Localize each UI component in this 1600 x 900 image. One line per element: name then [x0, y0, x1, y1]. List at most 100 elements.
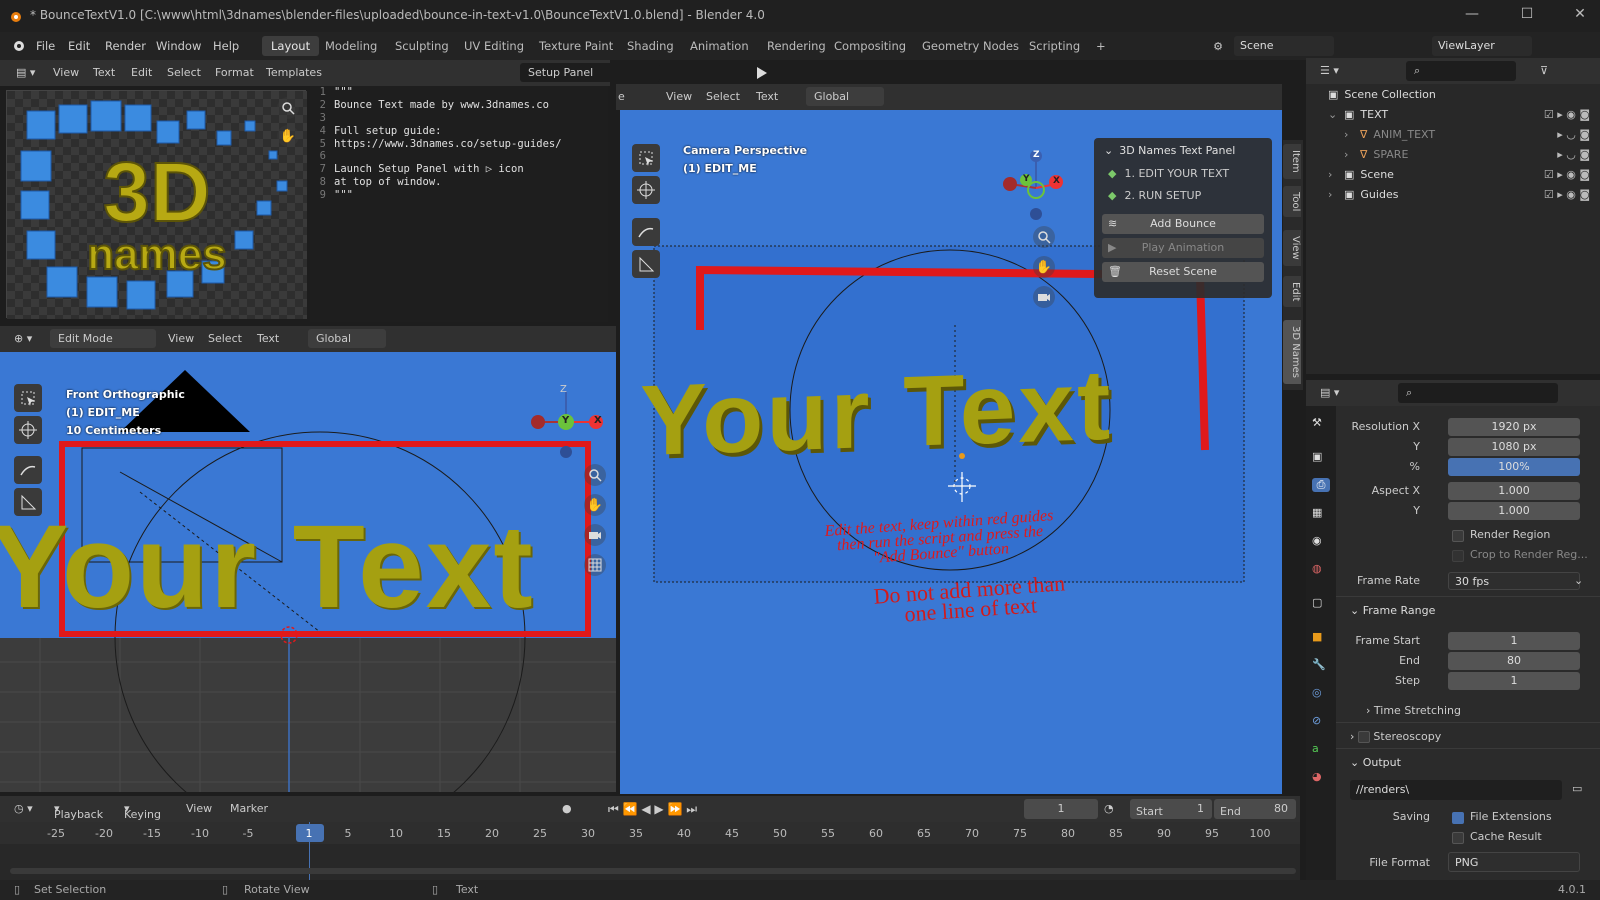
properties-search[interactable]: ⌕: [1398, 383, 1558, 403]
text-menu-edit[interactable]: Edit: [131, 66, 152, 79]
outliner-type-menu[interactable]: ☰ ▾: [1320, 64, 1339, 77]
expand-chevron-icon[interactable]: ›: [1344, 148, 1356, 161]
editor-type-menu-3d[interactable]: ⊕ ▾: [14, 332, 32, 345]
tab-animation[interactable]: Animation: [681, 36, 758, 56]
chevron-down-icon[interactable]: ⌄: [1104, 144, 1113, 157]
menu-file[interactable]: File: [36, 39, 55, 53]
sidebar-tab-edit[interactable]: Edit: [1283, 276, 1301, 308]
tab-rendering[interactable]: Rendering: [758, 36, 835, 56]
frame-start-field[interactable]: 1: [1448, 632, 1580, 650]
camera-menu-select[interactable]: Select: [706, 90, 740, 103]
timeline-menu-marker[interactable]: Marker: [230, 802, 268, 815]
timeline-type-menu[interactable]: ◷ ▾: [14, 802, 33, 815]
minimize-button[interactable]: —: [1462, 6, 1482, 22]
blender-menu-icon[interactable]: [10, 39, 26, 53]
timeline-menu-keying[interactable]: Keying ▾: [124, 802, 161, 821]
tab-geometry-nodes[interactable]: Geometry Nodes: [913, 36, 1028, 56]
timeline-menu-playback[interactable]: Playback ▾: [54, 802, 103, 821]
tab-modeling[interactable]: Modeling: [316, 36, 386, 56]
front-menu-text[interactable]: Text: [257, 332, 279, 345]
constraint-icon[interactable]: ⊘: [1312, 714, 1321, 727]
material-icon[interactable]: ◕: [1312, 770, 1322, 783]
scene-selector-icon[interactable]: ⚙: [1206, 38, 1230, 54]
playback-controls[interactable]: ⏮ ⏪ ◀ ▶ ⏩ ⏭: [608, 802, 697, 817]
run-script-icon[interactable]: [753, 65, 769, 81]
front-zoom-icon[interactable]: [584, 464, 606, 486]
frame-step-field[interactable]: 1: [1448, 672, 1580, 690]
code-line[interactable]: 1 """: [312, 86, 562, 99]
timeline-menu-view[interactable]: View: [186, 802, 212, 815]
resolution-y-field[interactable]: 1080 px: [1448, 438, 1580, 456]
play-animation-button[interactable]: ▶ Play Animation: [1102, 238, 1264, 258]
reset-scene-button[interactable]: 🗑 Reset Scene: [1102, 262, 1264, 282]
sidebar-tab-3dnames[interactable]: 3D Names: [1283, 320, 1301, 384]
outliner-item[interactable]: › ∇ SPARE ▸ ◡ ◙: [1306, 144, 1600, 164]
code-line[interactable]: 6: [312, 150, 562, 163]
view-layer-field[interactable]: ViewLayer: [1432, 36, 1532, 56]
output-header[interactable]: ⌄ Output: [1350, 756, 1401, 769]
sidebar-tab-tool[interactable]: Tool: [1283, 186, 1301, 218]
file-format-select[interactable]: PNG: [1448, 852, 1580, 872]
camera-measure-tool-button[interactable]: [632, 250, 660, 278]
outliner-item[interactable]: › ▣ Guides ☑ ▸ ◉ ◙: [1306, 184, 1600, 204]
expand-chevron-icon[interactable]: ⌄: [1328, 108, 1340, 121]
expand-chevron-icon[interactable]: ›: [1328, 188, 1340, 201]
tab-layout[interactable]: Layout: [262, 36, 320, 56]
resolution-x-field[interactable]: 1920 px: [1448, 418, 1580, 436]
resolution-percent-field[interactable]: 100%: [1448, 458, 1580, 476]
zoom-icon[interactable]: [277, 97, 299, 119]
menu-help[interactable]: Help: [213, 39, 239, 53]
outliner-search[interactable]: ⌕: [1406, 61, 1516, 81]
cursor-tool-button[interactable]: [14, 416, 42, 444]
maximize-button[interactable]: ☐: [1517, 6, 1537, 22]
output-icon[interactable]: ⎙: [1312, 478, 1330, 492]
file-extensions-checkbox[interactable]: [1452, 812, 1464, 824]
panel-header[interactable]: ⌄ 3D Names Text Panel: [1094, 138, 1272, 162]
add-bounce-button[interactable]: ≋ Add Bounce: [1102, 214, 1264, 234]
tab-compositing[interactable]: Compositing: [825, 36, 915, 56]
render-icon[interactable]: ▣: [1312, 450, 1322, 463]
expand-chevron-icon[interactable]: ›: [1344, 128, 1356, 141]
collection-tab-icon[interactable]: ▢: [1312, 596, 1322, 609]
timeline-area[interactable]: -25 -20 -15 -10 -5 1 5 10 15 20 25 30 35 40 45 50 55 60 65…: [0, 822, 1300, 880]
front-menu-select[interactable]: Select: [208, 332, 242, 345]
camera-camera-icon[interactable]: [1033, 286, 1055, 308]
text-menu-templates[interactable]: Templates: [266, 66, 322, 79]
filter-icon[interactable]: ⊽: [1540, 64, 1548, 77]
render-region-checkbox[interactable]: [1452, 530, 1464, 542]
camera-menu-view[interactable]: View: [666, 90, 692, 103]
menu-window[interactable]: Window: [156, 39, 201, 53]
properties-type-menu[interactable]: ▤ ▾: [1320, 386, 1339, 399]
camera-cursor-tool-button[interactable]: [632, 176, 660, 204]
frame-range-header[interactable]: ⌄ Frame Range: [1350, 604, 1435, 617]
front-pan-hand-icon[interactable]: ✋: [584, 494, 606, 516]
aspect-y-field[interactable]: 1.000: [1448, 502, 1580, 520]
scene-field[interactable]: Scene: [1234, 36, 1334, 56]
scene-icon[interactable]: ◉: [1312, 534, 1322, 547]
front-grid-icon[interactable]: [584, 554, 606, 576]
world-icon[interactable]: ◍: [1312, 562, 1322, 575]
clock-icon[interactable]: ◔: [1104, 802, 1114, 815]
text-menu-view[interactable]: View: [53, 66, 79, 79]
tab-uv-editing[interactable]: UV Editing: [455, 36, 533, 56]
crop-region-checkbox[interactable]: [1452, 550, 1464, 562]
front-menu-view[interactable]: View: [168, 332, 194, 345]
sidebar-tab-view[interactable]: View: [1283, 230, 1301, 266]
camera-pan-hand-icon[interactable]: ✋: [1033, 256, 1055, 278]
visibility-eye-icon[interactable]: ▸ ◡ ◙: [1557, 128, 1590, 141]
stereoscopy-header[interactable]: › Stereoscopy: [1350, 730, 1441, 743]
code-line[interactable]: 3: [312, 112, 562, 125]
current-frame-field[interactable]: 1: [1024, 799, 1098, 819]
menu-render[interactable]: Render: [105, 39, 146, 53]
menu-edit[interactable]: Edit: [68, 39, 90, 53]
code-line[interactable]: 9 """: [312, 188, 562, 201]
text-menu-text[interactable]: Text: [93, 66, 115, 79]
mode-select[interactable]: Edit Mode: [50, 329, 156, 348]
front-3d-text[interactable]: Your Text: [0, 502, 535, 633]
text-menu-select[interactable]: Select: [167, 66, 201, 79]
pan-hand-icon[interactable]: ✋: [277, 125, 299, 147]
code-line[interactable]: 8 at top of window.: [312, 176, 562, 189]
front-viewport[interactable]: Your Text Front Orthographic (1) EDIT_ME…: [0, 352, 616, 792]
add-workspace-button[interactable]: +: [1087, 36, 1115, 56]
cache-result-checkbox[interactable]: [1452, 832, 1464, 844]
